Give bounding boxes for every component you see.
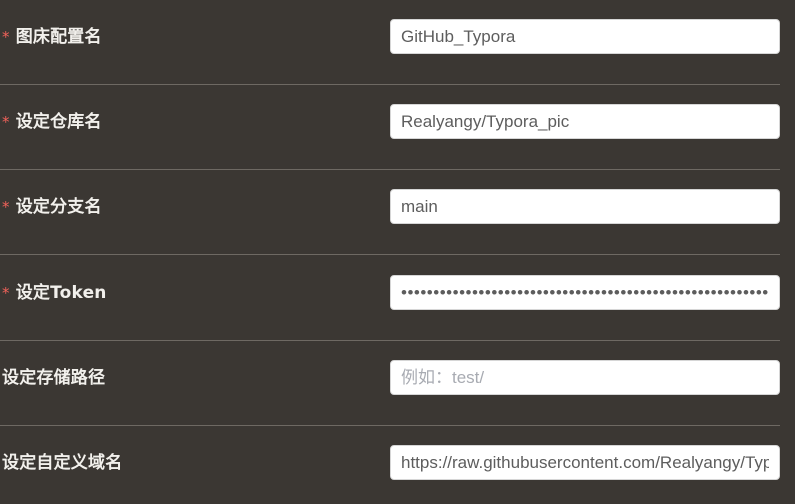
token-label: * 设定Token xyxy=(2,278,107,303)
form-row-branch-name: * 设定分支名 xyxy=(0,170,780,255)
storage-path-label: 设定存储路径 xyxy=(2,363,105,388)
branch-name-input[interactable] xyxy=(390,189,780,224)
repo-name-input[interactable] xyxy=(390,104,780,139)
picbed-config-form: * 图床配置名 * 设定仓库名 * 设定分支名 * 设定Token 设定存储路径 设定自… xyxy=(0,0,795,504)
branch-name-label-text: 设定分支名 xyxy=(15,197,102,217)
config-name-input[interactable] xyxy=(390,19,780,54)
token-input[interactable] xyxy=(390,275,780,310)
config-name-label-text: 图床配置名 xyxy=(15,27,102,47)
required-mark: * xyxy=(2,28,10,46)
config-name-label: * 图床配置名 xyxy=(2,22,102,47)
token-label-text: 设定Token xyxy=(15,283,107,303)
storage-path-label-text: 设定存储路径 xyxy=(2,368,106,388)
branch-name-label: * 设定分支名 xyxy=(2,192,102,217)
form-row-token: * 设定Token xyxy=(0,256,780,341)
required-mark: * xyxy=(2,113,10,131)
required-mark: * xyxy=(2,284,10,302)
repo-name-label: * 设定仓库名 xyxy=(2,107,102,132)
custom-domain-label-text: 设定自定义域名 xyxy=(2,453,123,473)
custom-domain-input[interactable] xyxy=(390,445,780,480)
storage-path-input[interactable] xyxy=(390,360,780,395)
custom-domain-label: 设定自定义域名 xyxy=(2,448,122,473)
required-mark: * xyxy=(2,198,10,216)
form-row-custom-domain: 设定自定义域名 xyxy=(0,426,780,504)
form-row-repo-name: * 设定仓库名 xyxy=(0,85,780,170)
form-row-storage-path: 设定存储路径 xyxy=(0,341,780,426)
form-row-config-name: * 图床配置名 xyxy=(0,0,780,85)
repo-name-label-text: 设定仓库名 xyxy=(15,112,102,132)
